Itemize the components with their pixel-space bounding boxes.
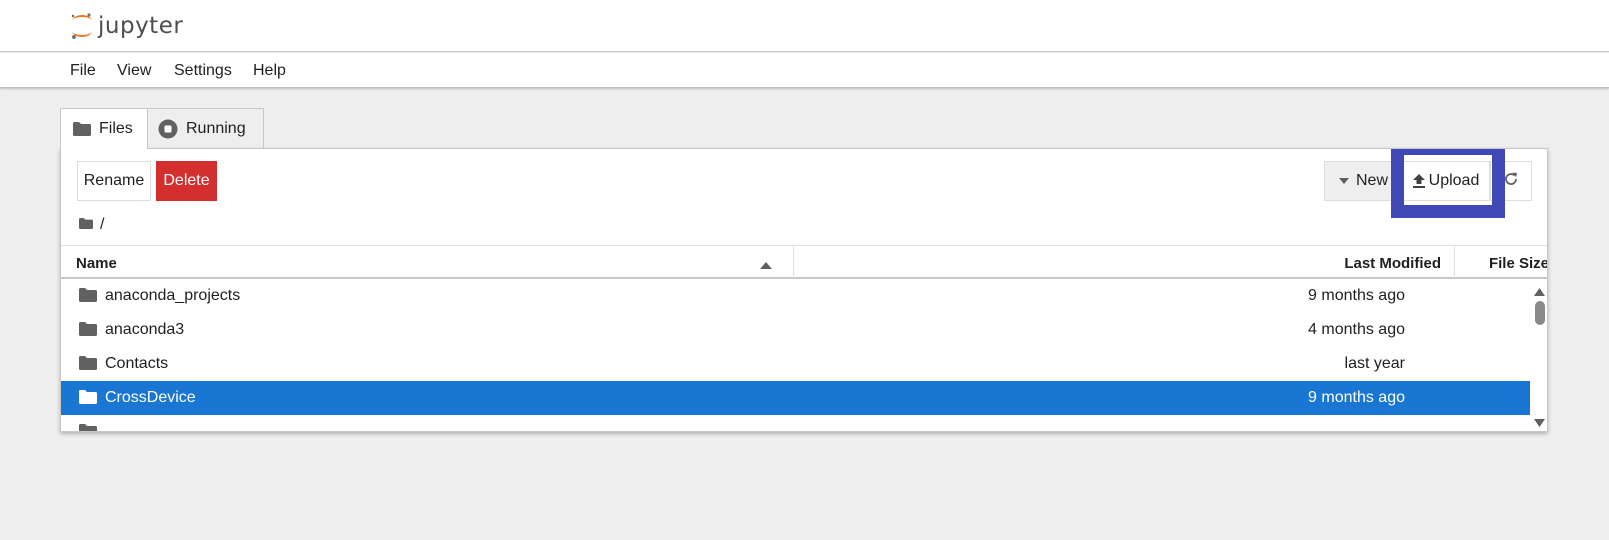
refresh-icon: [1503, 171, 1519, 192]
caret-down-icon: [1339, 178, 1349, 184]
file-list-scrollbar[interactable]: [1530, 279, 1547, 431]
table-header: Name Last Modified File Size: [61, 245, 1547, 279]
file-list: anaconda_projects 9 months ago anaconda3…: [61, 279, 1547, 431]
refresh-button[interactable]: [1490, 161, 1532, 201]
column-divider: [1454, 246, 1455, 278]
tab-running-label: Running: [186, 119, 246, 137]
scroll-up-arrow-icon[interactable]: [1534, 283, 1545, 301]
column-header-file-size[interactable]: File Size: [1489, 255, 1547, 272]
file-name: anaconda3: [105, 321, 185, 338]
scroll-down-arrow-icon[interactable]: [1534, 414, 1545, 431]
folder-icon: [73, 122, 91, 136]
tab-files[interactable]: Files: [60, 108, 148, 149]
sort-ascending-icon[interactable]: [760, 256, 772, 273]
top-header: jupyter: [0, 0, 1609, 52]
delete-button[interactable]: Delete: [156, 161, 217, 201]
file-modified: 9 months ago: [1308, 389, 1405, 406]
upload-icon: [1412, 174, 1425, 188]
file-modified: last year: [1344, 355, 1405, 372]
folder-icon: [79, 356, 97, 375]
scroll-thumb[interactable]: [1535, 301, 1545, 325]
jupyter-logo[interactable]: jupyter: [70, 11, 183, 41]
file-row[interactable]: anaconda3 4 months ago: [61, 313, 1530, 347]
file-name: anaconda_projects: [105, 287, 241, 304]
rename-button[interactable]: Rename: [77, 161, 151, 201]
menu-view[interactable]: View: [117, 62, 151, 80]
file-row[interactable]: Contacts last year: [61, 347, 1530, 381]
logo-text: jupyter: [98, 13, 184, 39]
file-row[interactable]: [61, 415, 1530, 431]
file-browser-panel: Rename Delete New Upload / Name Last Mod…: [60, 148, 1548, 432]
new-button-label: New: [1356, 172, 1389, 189]
folder-icon: [79, 322, 97, 341]
file-name: Contacts: [105, 355, 169, 372]
menu-help[interactable]: Help: [253, 62, 286, 80]
stop-circle-icon: [158, 119, 178, 139]
file-modified: 4 months ago: [1308, 321, 1405, 338]
file-name: CrossDevice: [105, 389, 196, 406]
file-modified: 9 months ago: [1308, 287, 1405, 304]
folder-icon: [79, 288, 97, 307]
jupyter-logo-icon: [71, 13, 92, 39]
new-button[interactable]: New: [1324, 161, 1402, 201]
breadcrumb[interactable]: /: [79, 215, 104, 235]
menu-file[interactable]: File: [70, 62, 96, 80]
column-header-name[interactable]: Name: [76, 255, 117, 272]
column-header-last-modified[interactable]: Last Modified: [1344, 255, 1441, 272]
tab-files-label: Files: [99, 120, 133, 137]
upload-button-label: Upload: [1428, 172, 1480, 189]
folder-icon: [79, 424, 97, 431]
tab-running[interactable]: Running: [148, 108, 264, 149]
folder-icon: [79, 390, 97, 409]
menu-bar: File View Settings Help: [0, 53, 1609, 88]
upload-button[interactable]: Upload: [1402, 161, 1490, 201]
file-row-selected[interactable]: CrossDevice 9 months ago: [61, 381, 1530, 415]
folder-icon: [79, 216, 93, 234]
menu-settings[interactable]: Settings: [174, 62, 232, 80]
breadcrumb-path[interactable]: /: [100, 216, 104, 234]
file-row[interactable]: anaconda_projects 9 months ago: [61, 279, 1530, 313]
column-divider: [793, 246, 794, 278]
